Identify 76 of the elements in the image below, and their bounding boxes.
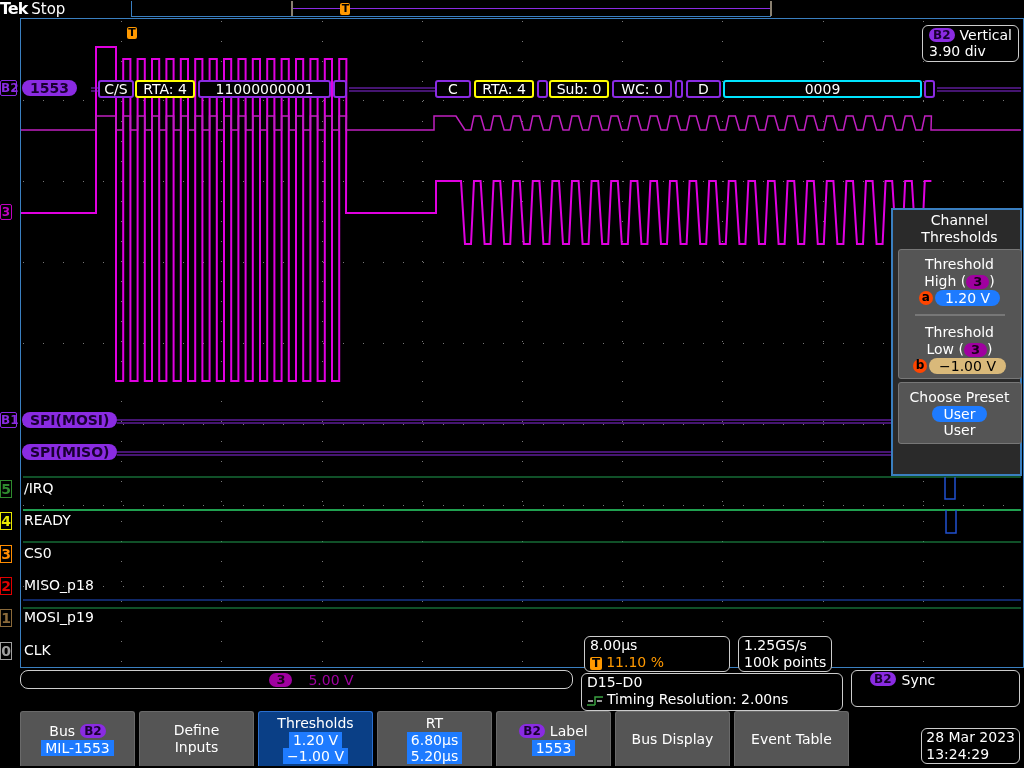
record-length: 100k points <box>744 654 827 671</box>
menu-button[interactable]: Bus B2 MIL-1553 <box>20 711 135 766</box>
bus-badge: B2 <box>519 724 545 738</box>
channel-marker: 3 <box>0 544 12 563</box>
button-value: 1553 <box>531 739 576 756</box>
decoded-packet: RTA: 4 <box>135 80 195 98</box>
channel-marker: 0 <box>0 641 12 660</box>
decoded-packet: RTA: 4 <box>474 80 534 98</box>
channel-label: /IRQ <box>24 480 54 496</box>
preset-label: Choose Preset <box>909 389 1010 406</box>
knob-marker: b <box>913 359 928 373</box>
trigger-marker: T <box>340 3 351 15</box>
bus-badge: B2 <box>870 672 896 686</box>
menu-button[interactable]: B2 Label 1553 <box>496 711 611 766</box>
channel-label: READY <box>24 512 71 529</box>
preset-value: User <box>943 422 976 439</box>
threshold-label: Threshold <box>925 256 994 273</box>
time-scale: 8.00µs <box>590 637 639 654</box>
decoded-packet: 11000000001 <box>198 80 331 98</box>
threshold-label: ) <box>989 273 995 289</box>
preset-option[interactable]: User <box>931 406 988 422</box>
threshold-label: Low ( <box>926 341 964 357</box>
channel-marker: 1 <box>0 609 12 628</box>
time-text: 13:24:29 <box>926 746 991 763</box>
trigger-marker: T <box>127 27 137 39</box>
knob-marker: a <box>918 291 933 305</box>
button-label: Bus <box>49 722 76 740</box>
channel-badge: 3 <box>966 275 990 289</box>
button-label: Label <box>549 722 588 740</box>
trigger-mode: Sync <box>901 672 936 689</box>
channel-scale: 5.00 V <box>308 671 354 688</box>
threshold-label: ) <box>987 341 993 357</box>
channel-badge: 3 <box>269 672 293 687</box>
brand-logo: Tek <box>0 1 28 17</box>
button-value: 6.80µs <box>406 731 463 748</box>
button-value: MIL-1553 <box>41 739 114 756</box>
decoded-packet: 0009 <box>723 80 922 98</box>
menu-button[interactable]: Thresholds 1.20 V −1.00 V <box>258 711 373 766</box>
threshold-value[interactable]: −1.00 V <box>929 358 1006 374</box>
channel-marker: 5 <box>0 480 12 498</box>
menu-button[interactable]: Bus Display <box>615 711 730 766</box>
button-value: 1.20 V <box>288 731 343 748</box>
bus-badge: B2 <box>80 724 106 738</box>
bus-badge: B2 <box>929 28 955 42</box>
menu-title: Channel Thresholds <box>920 212 999 246</box>
sample-rate: 1.25GS/s <box>744 637 808 654</box>
decoded-packet: C/S <box>98 80 134 98</box>
channel-label: MOSI_p19 <box>24 609 94 626</box>
timing-icon <box>587 693 603 706</box>
trigger-icon: T <box>590 657 603 670</box>
channel-marker: 4 <box>0 512 12 531</box>
channel-marker: 3 <box>0 204 12 220</box>
decoded-packet: Sub: 0 <box>549 80 609 98</box>
readout-title: Vertical <box>959 27 1012 43</box>
trigger-position: 11.10 % <box>606 654 665 670</box>
timing-resolution: Timing Resolution: 2.00ns <box>607 691 789 708</box>
preset-panel[interactable]: Choose Preset User User <box>897 382 1022 444</box>
threshold-label: Threshold <box>925 324 994 341</box>
date-text: 28 Mar 2023 <box>926 729 1015 746</box>
threshold-label: High ( <box>924 273 967 289</box>
button-value: −1.00 V <box>283 747 348 764</box>
threshold-value[interactable]: 1.20 V <box>934 290 1001 306</box>
decoded-packet: D <box>686 80 721 98</box>
channel-label: CLK <box>24 641 51 658</box>
decoded-packet: WC: 0 <box>612 80 672 98</box>
channel-marker: 2 <box>0 576 12 595</box>
menu-button[interactable]: Define Inputs <box>139 711 254 766</box>
digital-channels: D15–D0 <box>587 674 644 691</box>
menu-button[interactable]: Event Table <box>734 711 849 766</box>
decoded-packet: C <box>435 80 471 98</box>
acquisition-state: Stop <box>31 1 66 17</box>
menu-button[interactable]: RT 6.80µs 5.20µs <box>377 711 492 766</box>
channel-label: MISO_p18 <box>24 576 94 593</box>
channel-label: CS0 <box>24 544 52 561</box>
channel-badge: 3 <box>964 343 988 357</box>
readout-value: 3.90 div <box>929 43 987 59</box>
